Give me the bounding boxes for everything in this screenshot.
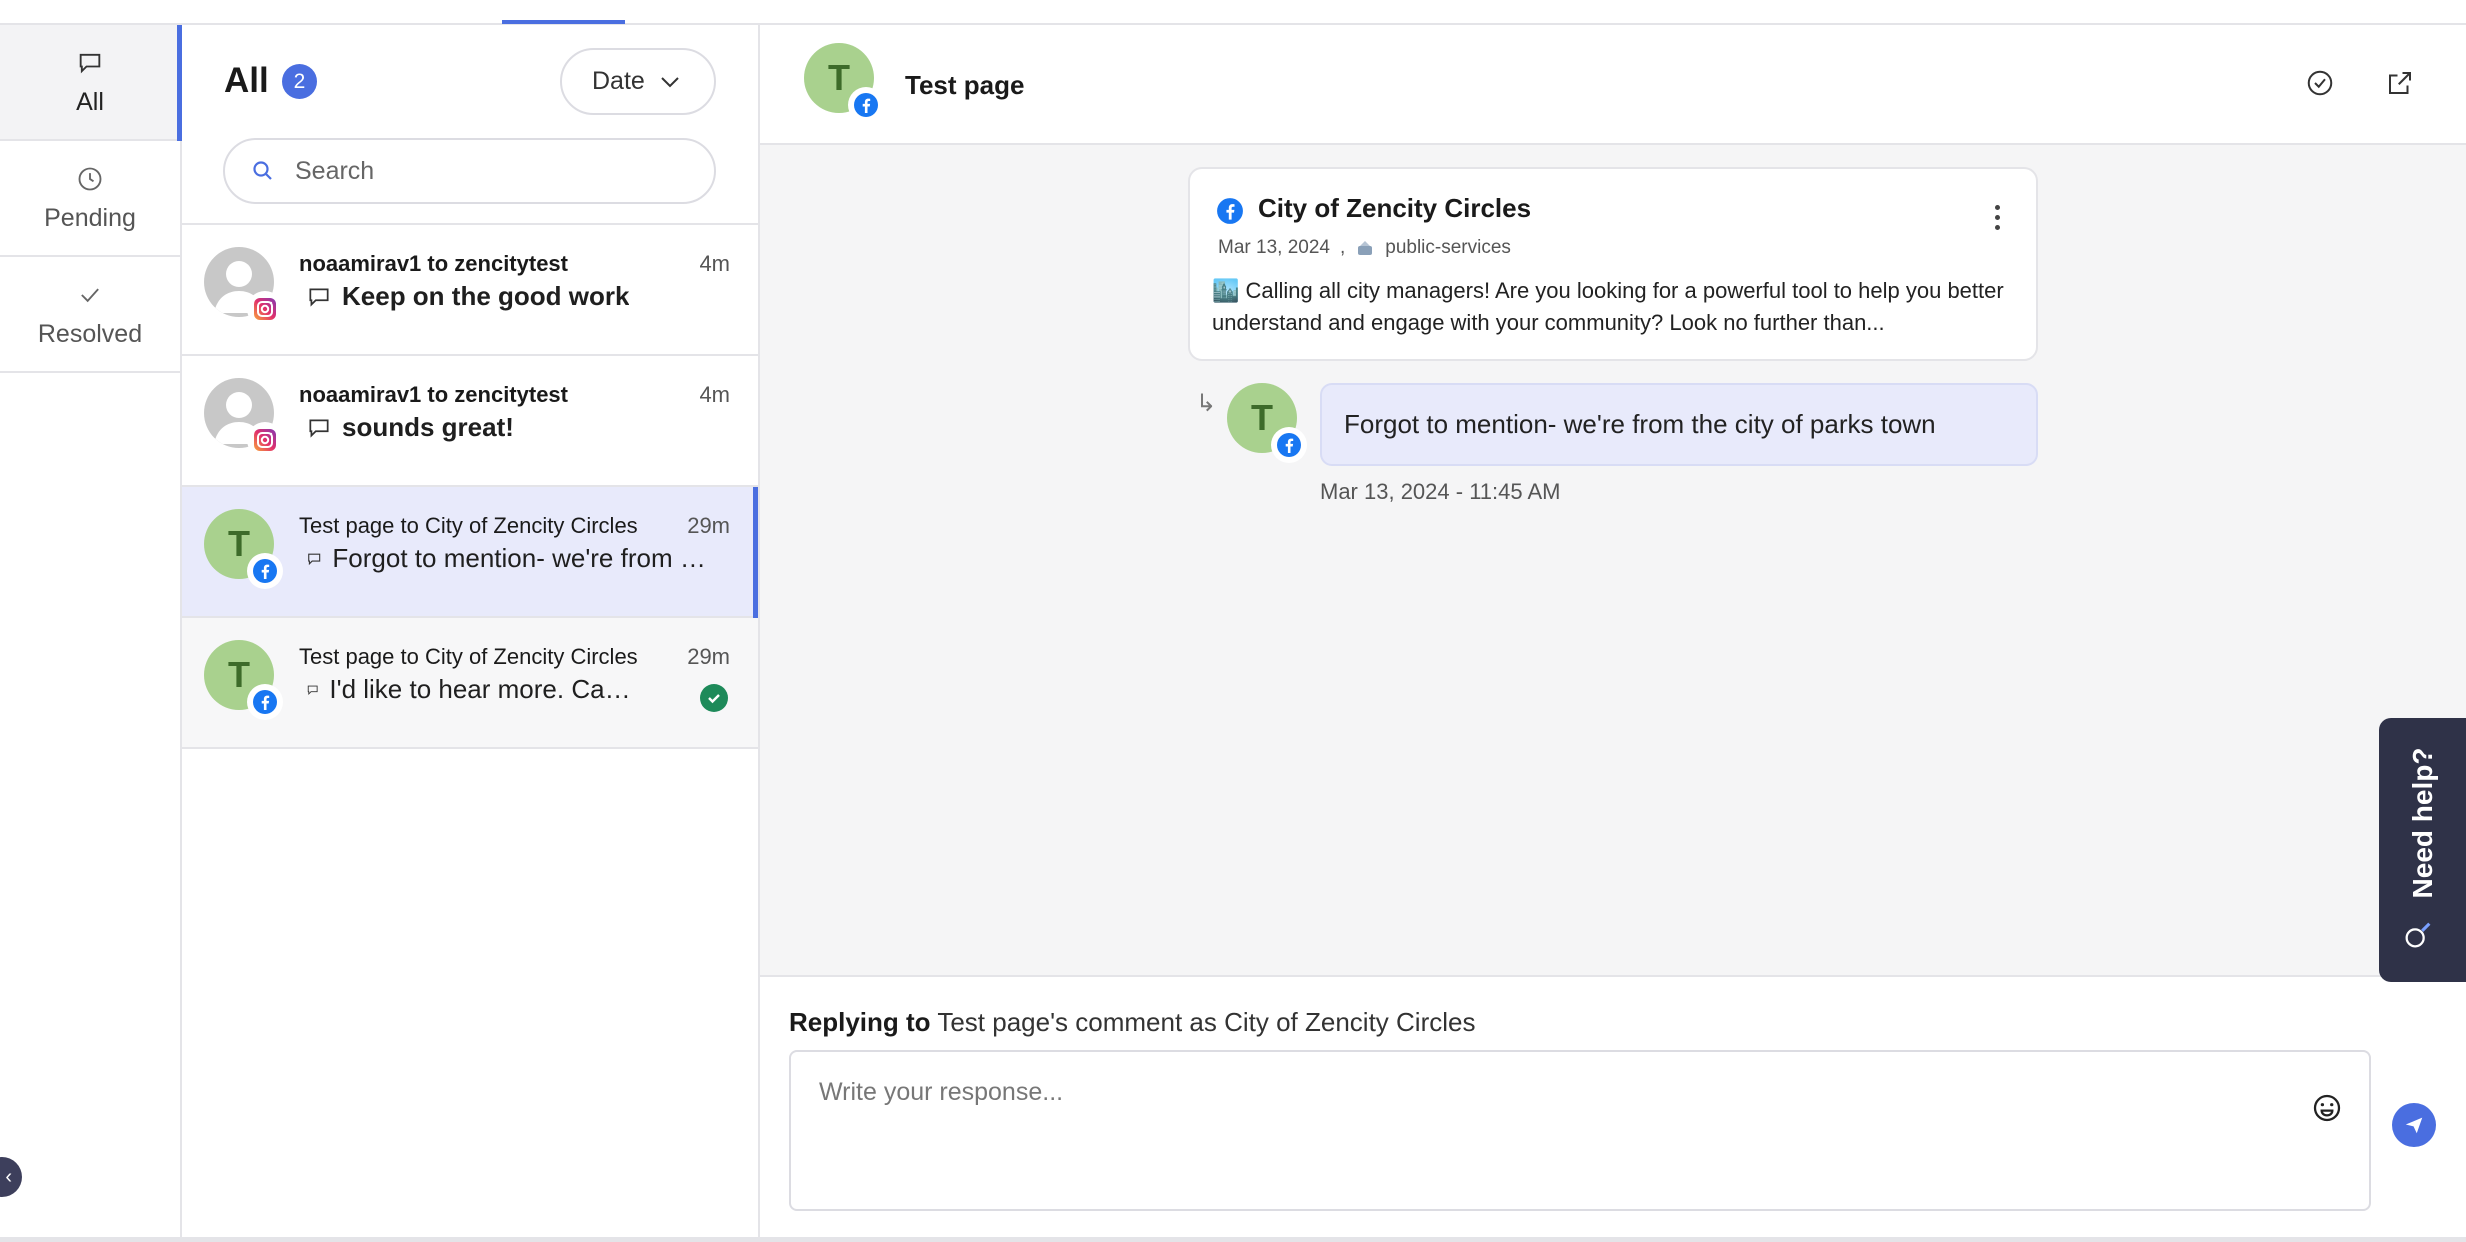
reply-arrow-icon: ↳ [1196, 390, 1217, 417]
more-options-icon[interactable] [1995, 205, 2000, 230]
conversation-list: All 2 Date noaamirav1 to zencitytest 4m … [182, 25, 760, 1237]
response-textbox[interactable] [789, 1050, 2371, 1211]
facebook-icon [1217, 198, 1243, 224]
conversation-row[interactable]: noaamirav1 to zencitytest 4m Keep on the… [182, 225, 758, 356]
conversation-time: 4m [699, 251, 730, 276]
check-circle-icon [2307, 70, 2333, 96]
instagram-icon [247, 422, 283, 458]
post-meta: Mar 13, 2024 , public-services [1218, 237, 1511, 259]
send-icon [2405, 1117, 2423, 1134]
chevron-left-icon: ‹ [5, 1166, 12, 1188]
clock-icon [0, 165, 180, 195]
facebook-icon [1271, 427, 1307, 463]
conversation-from: Test page to City of Zencity Circles [299, 513, 638, 538]
need-help-tab[interactable]: Need help? [2379, 718, 2466, 982]
reply-timestamp: Mar 13, 2024 - 11:45 AM [1320, 479, 1561, 504]
emoji-button[interactable] [2311, 1092, 2343, 1129]
comment-icon [308, 553, 321, 565]
conversation-message: I'd like to hear more. Can you tell me m… [329, 674, 636, 704]
facebook-icon [247, 684, 283, 720]
comment-icon [309, 288, 329, 307]
help-search-icon [2401, 918, 2435, 957]
emoji-icon [2313, 1094, 2341, 1122]
post-body: 🏙️ Calling all city managers! Are you lo… [1212, 278, 2004, 335]
count-badge: 2 [282, 64, 317, 99]
conversation-detail: T Test page City of Zencity Circles Mar … [760, 25, 2466, 1237]
conversation-time: 29m [687, 644, 730, 669]
status-nav: All Pending Resolved [0, 25, 182, 1237]
chevron-down-icon [661, 76, 679, 87]
nav-item-all[interactable]: All [0, 25, 182, 141]
sort-dropdown[interactable]: Date [560, 48, 716, 115]
external-link-icon [2389, 72, 2411, 94]
post-meta-separator: , [1339, 237, 1346, 258]
facebook-icon [247, 553, 283, 589]
list-title: All [224, 61, 269, 100]
original-post-card: City of Zencity Circles Mar 13, 2024 , p… [1188, 167, 2038, 361]
search-icon [253, 161, 272, 180]
detail-header: T Test page [760, 25, 2466, 145]
reply-avatar: T [1227, 383, 1307, 463]
nav-item-label: All [76, 88, 104, 116]
conversation-preview: I'd like to hear more. Can you tell me m… [306, 674, 636, 705]
nav-item-pending[interactable]: Pending [0, 141, 180, 257]
post-topic: public-services [1385, 237, 1511, 258]
replying-target: Test page's comment as City of Zencity C… [937, 1007, 1476, 1037]
conversation-row[interactable]: T Test page to City of Zencity Circles 2… [182, 487, 758, 618]
nav-item-resolved[interactable]: Resolved [0, 257, 180, 373]
open-external-button[interactable] [2380, 63, 2420, 103]
search-input[interactable] [293, 155, 673, 187]
bottom-border [0, 1237, 2466, 1242]
reply-message-bubble: Forgot to mention- we're from the city o… [1320, 383, 2038, 466]
post-page-name: City of Zencity Circles [1258, 193, 1532, 223]
conversation-preview: Keep on the good work [306, 281, 706, 312]
replying-to-label: Replying to Test page's comment as City … [789, 1007, 1475, 1038]
nav-item-label: Resolved [37, 320, 143, 348]
comment-icon [307, 685, 318, 695]
conversation-preview: Forgot to mention- we're from the city o… [306, 543, 706, 574]
conversation-message: sounds great! [342, 412, 514, 442]
top-bar [0, 0, 2466, 25]
checkmark-icon [0, 281, 180, 311]
conversation-from: noaamirav1 to zencitytest [299, 382, 568, 407]
response-input[interactable] [817, 1076, 2237, 1186]
topic-icon [1355, 238, 1375, 258]
conversation-row[interactable]: noaamirav1 to zencitytest 4m sounds grea… [182, 356, 758, 487]
search-field[interactable] [223, 138, 716, 204]
nav-item-label: Pending [44, 204, 136, 232]
replying-prefix: Replying to [789, 1007, 931, 1037]
post-date: Mar 13, 2024 [1218, 237, 1330, 258]
reply-composer: Replying to Test page's comment as City … [760, 975, 2466, 1237]
comment-icon [309, 419, 329, 438]
conversation-message: Forgot to mention- we're from the city o… [332, 543, 706, 573]
detail-title: Test page [905, 70, 1025, 100]
active-tab-indicator [502, 20, 625, 24]
conversation-from: Test page to City of Zencity Circles [299, 644, 638, 669]
sort-label: Date [592, 67, 645, 95]
conversation-row[interactable]: T Test page to City of Zencity Circles 2… [182, 618, 758, 749]
instagram-icon [247, 291, 283, 327]
list-header: All 2 Date [182, 25, 758, 225]
chat-bubble-icon [0, 49, 180, 79]
send-button[interactable] [2392, 1103, 2436, 1147]
resolved-check-icon [700, 684, 728, 712]
conversation-from: noaamirav1 to zencitytest [299, 251, 568, 276]
facebook-icon [848, 87, 884, 123]
resolve-button[interactable] [2300, 63, 2340, 103]
conversation-message: Keep on the good work [342, 281, 630, 311]
conversation-time: 29m [687, 513, 730, 538]
conversation-time: 4m [699, 382, 730, 407]
conversation-preview: sounds great! [306, 412, 706, 443]
need-help-label: Need help? [2406, 747, 2438, 899]
